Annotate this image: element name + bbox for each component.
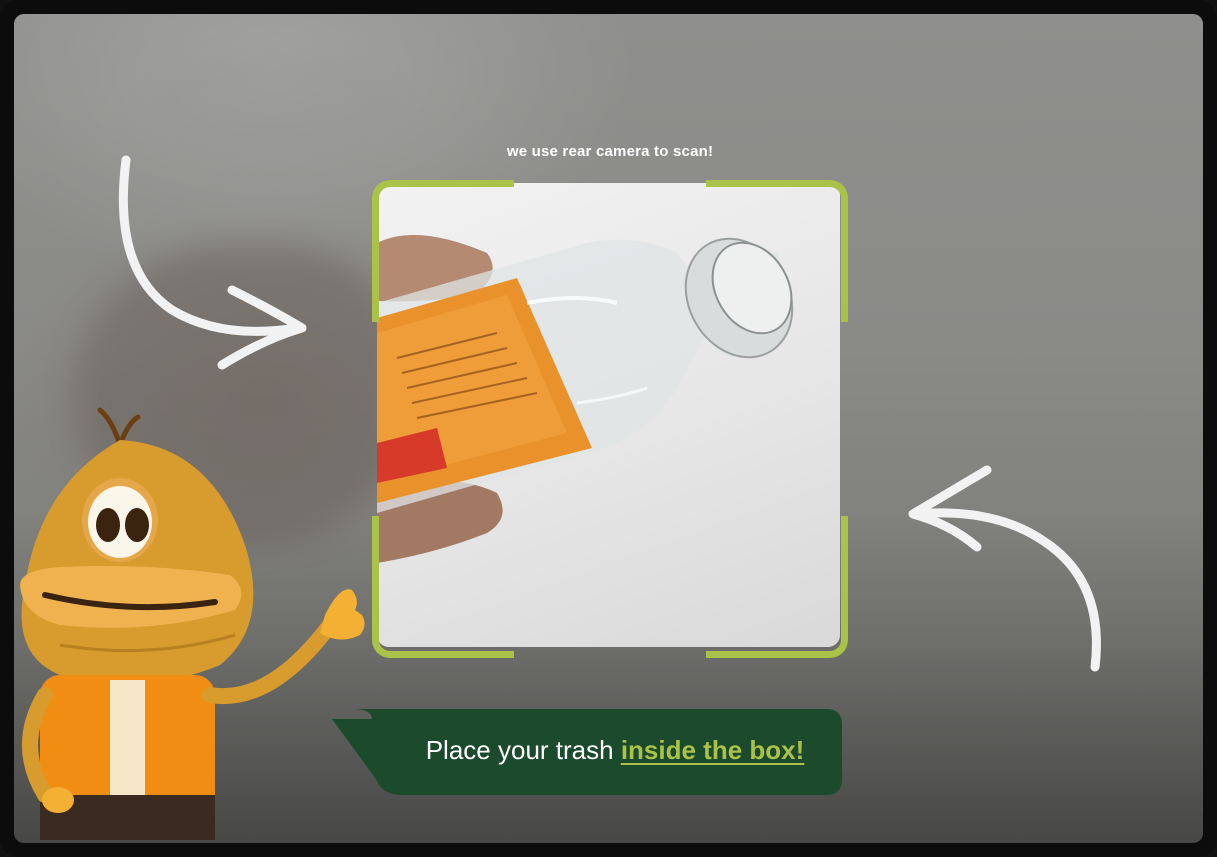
curved-arrow-right-icon xyxy=(118,155,307,370)
instruction-highlight: inside the box! xyxy=(620,735,805,765)
curved-arrow-left-icon xyxy=(908,465,1101,672)
scan-frame-corner-top-left xyxy=(372,180,514,322)
camera-hint-text: we use rear camera to scan! xyxy=(506,143,714,160)
instruction-text: Place your trash inside the box! xyxy=(405,735,825,766)
scan-screen: we use rear camera to scan! Place your t… xyxy=(0,0,1217,857)
scan-frame-corner-bottom-right xyxy=(706,516,848,658)
instruction-prefix: Place your trash xyxy=(425,735,621,765)
mascot-character xyxy=(20,407,365,840)
scan-frame-corner-bottom-left xyxy=(372,516,514,658)
scan-frame-corner-top-right xyxy=(706,180,848,322)
